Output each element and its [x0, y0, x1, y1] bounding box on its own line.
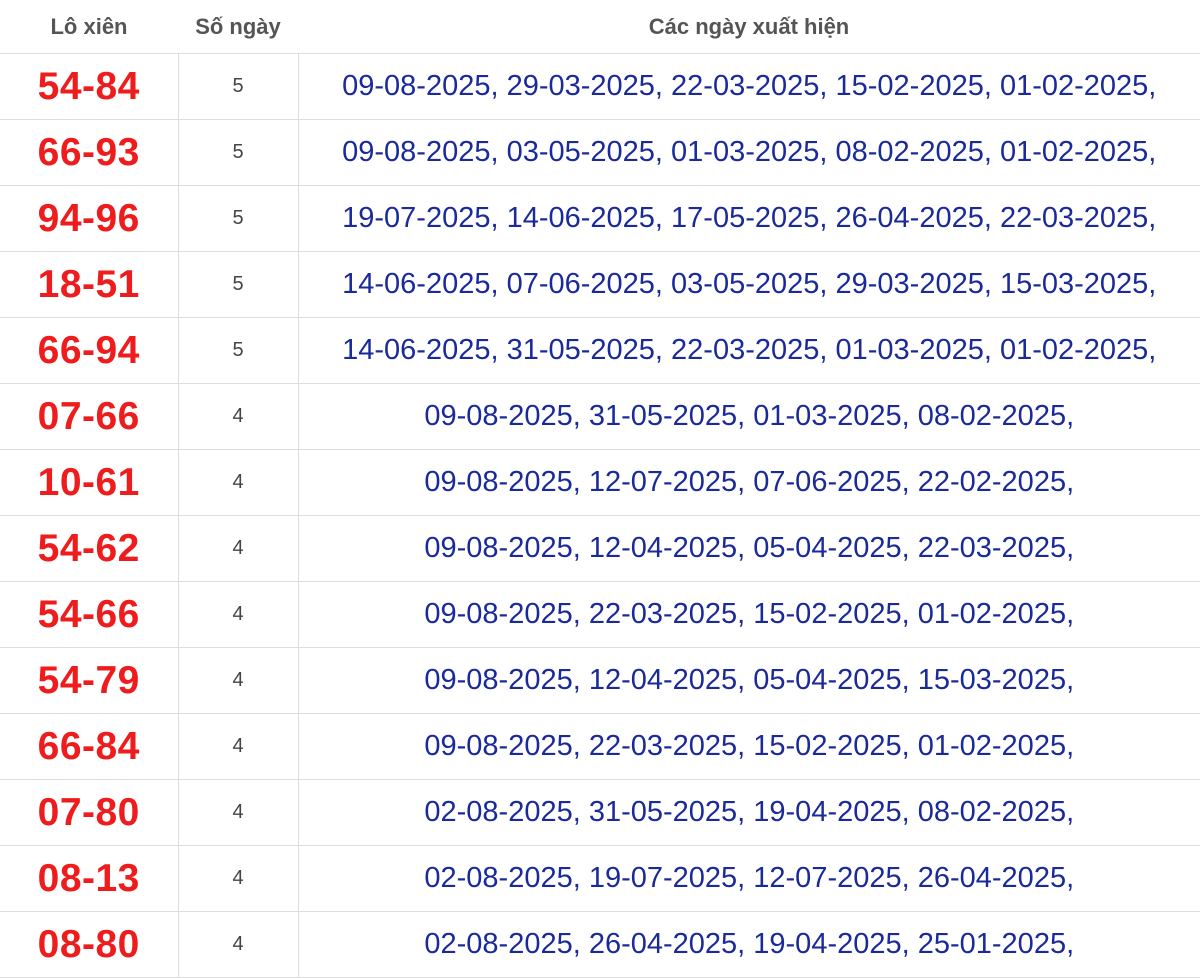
pair-cell: 66-93 [0, 119, 179, 186]
pair-cell: 54-84 [0, 53, 179, 120]
dates-cell: 09-08-2025, 03-05-2025, 01-03-2025, 08-0… [298, 119, 1200, 186]
table-row: 66-94 5 14-06-2025, 31-05-2025, 22-03-20… [0, 317, 1200, 384]
days-cell: 4 [178, 845, 299, 912]
header-dates: Các ngày xuất hiện [298, 0, 1200, 54]
days-cell: 5 [178, 119, 299, 186]
pair-cell: 10-61 [0, 449, 179, 516]
table-row: 07-66 4 09-08-2025, 31-05-2025, 01-03-20… [0, 383, 1200, 450]
days-cell: 4 [178, 647, 299, 714]
pair-cell: 94-96 [0, 185, 179, 252]
dates-cell: 09-08-2025, 12-07-2025, 07-06-2025, 22-0… [298, 449, 1200, 516]
days-cell: 5 [178, 53, 299, 120]
dates-cell: 09-08-2025, 12-04-2025, 05-04-2025, 15-0… [298, 647, 1200, 714]
table-row: 54-84 5 09-08-2025, 29-03-2025, 22-03-20… [0, 53, 1200, 120]
dates-cell: 09-08-2025, 22-03-2025, 15-02-2025, 01-0… [298, 581, 1200, 648]
days-cell: 4 [178, 383, 299, 450]
pair-cell: 54-79 [0, 647, 179, 714]
table-row: 08-80 4 02-08-2025, 26-04-2025, 19-04-20… [0, 911, 1200, 978]
dates-cell: 14-06-2025, 31-05-2025, 22-03-2025, 01-0… [298, 317, 1200, 384]
table-header-row: Lô xiên Số ngày Các ngày xuất hiện [0, 0, 1200, 54]
table-row: 18-51 5 14-06-2025, 07-06-2025, 03-05-20… [0, 251, 1200, 318]
dates-cell: 02-08-2025, 19-07-2025, 12-07-2025, 26-0… [298, 845, 1200, 912]
table-row: 54-66 4 09-08-2025, 22-03-2025, 15-02-20… [0, 581, 1200, 648]
days-cell: 4 [178, 713, 299, 780]
table-row: 66-93 5 09-08-2025, 03-05-2025, 01-03-20… [0, 119, 1200, 186]
dates-cell: 14-06-2025, 07-06-2025, 03-05-2025, 29-0… [298, 251, 1200, 318]
pair-cell: 54-62 [0, 515, 179, 582]
table-row: 66-84 4 09-08-2025, 22-03-2025, 15-02-20… [0, 713, 1200, 780]
days-cell: 4 [178, 515, 299, 582]
dates-cell: 19-07-2025, 14-06-2025, 17-05-2025, 26-0… [298, 185, 1200, 252]
table-row: 10-61 4 09-08-2025, 12-07-2025, 07-06-20… [0, 449, 1200, 516]
table-row: 54-62 4 09-08-2025, 12-04-2025, 05-04-20… [0, 515, 1200, 582]
table-row: 94-96 5 19-07-2025, 14-06-2025, 17-05-20… [0, 185, 1200, 252]
table-row: 08-13 4 02-08-2025, 19-07-2025, 12-07-20… [0, 845, 1200, 912]
pair-cell: 07-80 [0, 779, 179, 846]
header-days: Số ngày [178, 0, 298, 54]
dates-cell: 02-08-2025, 26-04-2025, 19-04-2025, 25-0… [298, 911, 1200, 978]
days-cell: 4 [178, 911, 299, 978]
pair-cell: 07-66 [0, 383, 179, 450]
days-cell: 4 [178, 449, 299, 516]
days-cell: 5 [178, 185, 299, 252]
dates-cell: 09-08-2025, 12-04-2025, 05-04-2025, 22-0… [298, 515, 1200, 582]
dates-cell: 09-08-2025, 29-03-2025, 22-03-2025, 15-0… [298, 53, 1200, 120]
days-cell: 4 [178, 779, 299, 846]
days-cell: 5 [178, 251, 299, 318]
pair-cell: 66-84 [0, 713, 179, 780]
pair-cell: 08-80 [0, 911, 179, 978]
dates-cell: 09-08-2025, 31-05-2025, 01-03-2025, 08-0… [298, 383, 1200, 450]
dates-cell: 09-08-2025, 22-03-2025, 15-02-2025, 01-0… [298, 713, 1200, 780]
table-row: 07-80 4 02-08-2025, 31-05-2025, 19-04-20… [0, 779, 1200, 846]
days-cell: 4 [178, 581, 299, 648]
dates-cell: 02-08-2025, 31-05-2025, 19-04-2025, 08-0… [298, 779, 1200, 846]
pair-cell: 18-51 [0, 251, 179, 318]
lottery-pair-table: Lô xiên Số ngày Các ngày xuất hiện 54-84… [0, 0, 1200, 978]
table-row: 54-79 4 09-08-2025, 12-04-2025, 05-04-20… [0, 647, 1200, 714]
pair-cell: 54-66 [0, 581, 179, 648]
pair-cell: 66-94 [0, 317, 179, 384]
days-cell: 5 [178, 317, 299, 384]
pair-cell: 08-13 [0, 845, 179, 912]
header-pair: Lô xiên [0, 0, 178, 54]
